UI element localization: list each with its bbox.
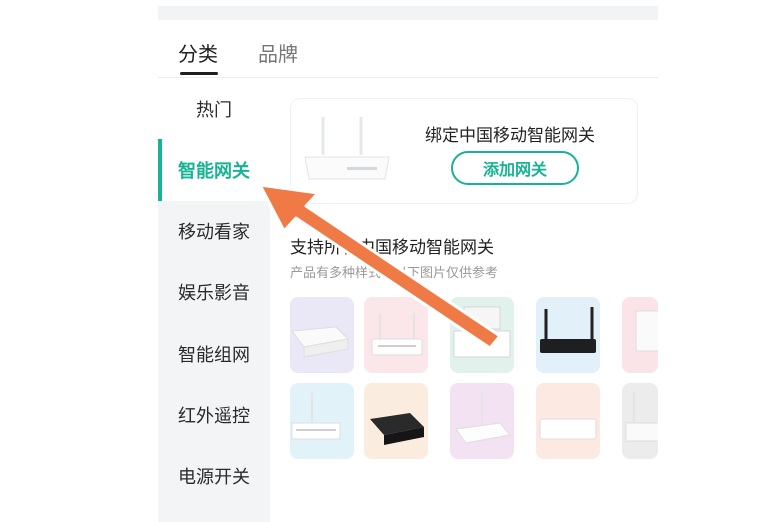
gateway-product-image[interactable]	[364, 297, 428, 373]
sidebar-item-hot[interactable]: 热门	[158, 78, 270, 140]
gateway-product-image[interactable]	[450, 383, 514, 459]
sidebar-item-entertainment[interactable]: 娱乐影音	[158, 261, 270, 323]
gateway-product-image[interactable]	[450, 297, 514, 373]
sidebar-item-label: 智能网关	[178, 161, 250, 182]
gateway-product-image[interactable]	[536, 383, 600, 459]
gateway-product-image[interactable]	[622, 383, 658, 459]
sidebar-item-smart-gateway[interactable]: 智能网关	[158, 139, 270, 201]
bind-gateway-card: 绑定中国移动智能网关 添加网关	[290, 98, 638, 204]
bind-gateway-title: 绑定中国移动智能网关	[425, 126, 595, 146]
sidebar-item-label: 智能组网	[178, 345, 250, 366]
gateway-product-image[interactable]	[290, 297, 354, 373]
gateway-product-image[interactable]	[536, 297, 600, 373]
sidebar-item-power-switch[interactable]: 电源开关	[158, 445, 270, 507]
active-indicator	[158, 139, 162, 201]
tab-category[interactable]: 分类	[178, 38, 218, 67]
top-bar	[158, 6, 658, 20]
supported-gateways-title: 支持所有中国移动智能网关	[290, 238, 494, 258]
category-tabs: 分类 品牌	[158, 30, 658, 78]
sidebar-item-label: 热门	[196, 100, 232, 121]
sidebar-item-ir-remote[interactable]: 红外遥控	[158, 384, 270, 446]
sidebar-item-home-camera[interactable]: 移动看家	[158, 200, 270, 262]
app-screen: 分类 品牌 热门 智能网关 移动看家 娱乐影音 智能组网 红外遥控 电源开关 绑…	[158, 0, 658, 522]
sidebar-item-mesh-network[interactable]: 智能组网	[158, 323, 270, 385]
add-gateway-button[interactable]: 添加网关	[451, 151, 579, 185]
gateway-product-image[interactable]	[364, 383, 428, 459]
category-sidebar: 热门 智能网关 移动看家 娱乐影音 智能组网 红外遥控 电源开关	[158, 78, 270, 522]
sidebar-item-label: 红外遥控	[178, 406, 250, 427]
active-tab-underline	[180, 72, 218, 75]
supported-gateways-note: 产品有多种样式，以下图片仅供参考	[290, 266, 499, 281]
tab-brand[interactable]: 品牌	[258, 38, 298, 67]
sidebar-item-label: 移动看家	[178, 222, 250, 243]
sidebar-item-label: 娱乐影音	[178, 283, 250, 304]
gateway-product-image[interactable]	[622, 297, 658, 373]
router-image	[304, 117, 390, 180]
gateway-product-image[interactable]	[290, 383, 354, 459]
sidebar-item-label: 电源开关	[178, 467, 250, 488]
